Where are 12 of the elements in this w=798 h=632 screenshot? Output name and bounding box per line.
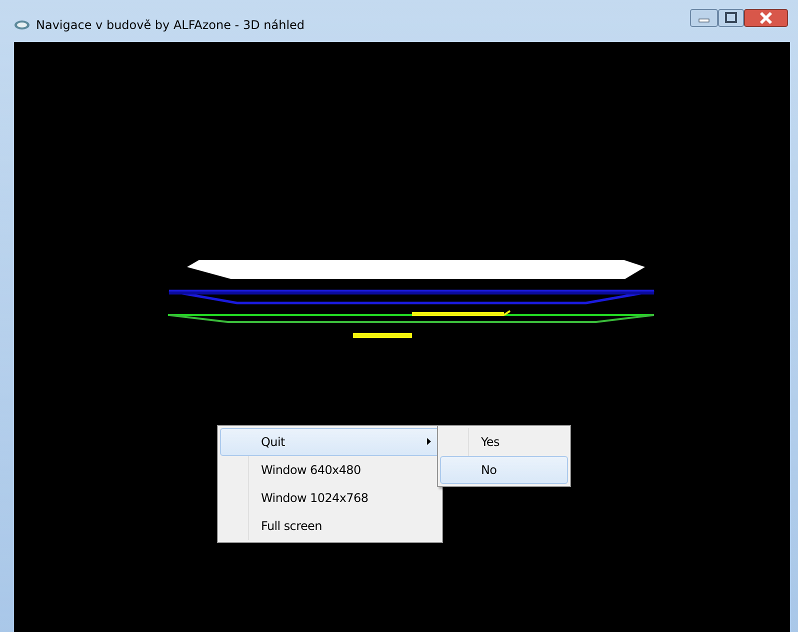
submenu-arrow-icon xyxy=(427,438,431,445)
maximize-button[interactable] xyxy=(718,9,744,27)
close-button[interactable] xyxy=(744,9,788,27)
menu-item[interactable]: Yes xyxy=(440,428,568,456)
menu-item[interactable]: Window 640x480 xyxy=(220,456,440,484)
menu-item[interactable]: Quit xyxy=(220,428,440,456)
minimize-button[interactable] xyxy=(690,9,718,27)
menu-item[interactable]: No xyxy=(440,456,568,484)
menu-item[interactable]: Window 1024x768 xyxy=(220,484,440,512)
menu-item[interactable]: Full screen xyxy=(220,512,440,540)
window-title: Navigace v budově by ALFAzone - 3D náhled xyxy=(36,18,305,32)
app-icon xyxy=(14,20,30,30)
